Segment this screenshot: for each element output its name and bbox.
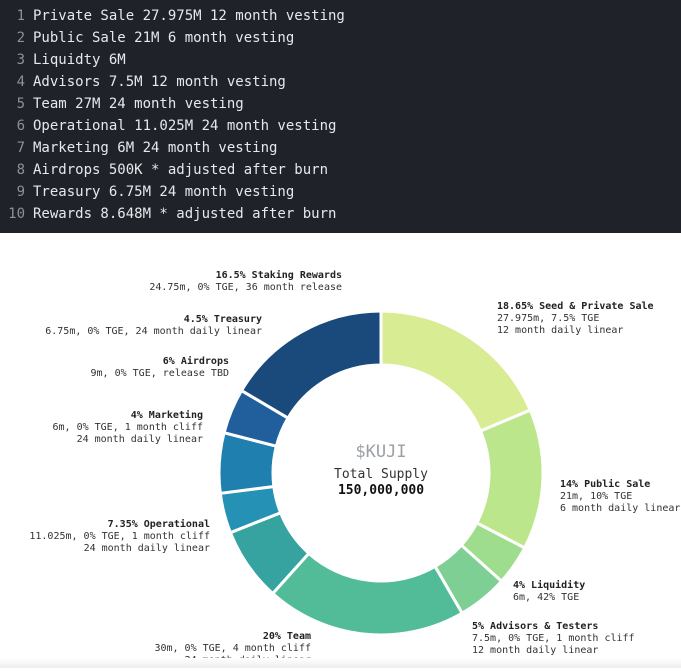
- slice-label-title: 4% Marketing: [131, 409, 203, 421]
- code-text: Marketing 6M 24 month vesting: [33, 140, 278, 156]
- slice-label-group: 7.35% Operational11.025m, 0% TGE, 1 mont…: [29, 518, 210, 554]
- code-line: 8 Airdrops 500K * adjusted after burn: [0, 159, 328, 181]
- code-text: Treasury 6.75M 24 month vesting: [33, 184, 295, 200]
- code-line: 5 Team 27M 24 month vesting: [0, 93, 244, 115]
- slice-label-detail: 24 month daily linear: [84, 543, 210, 554]
- line-number: 10: [8, 206, 25, 222]
- line-number: 6: [16, 118, 25, 134]
- line-number: 7: [16, 140, 25, 156]
- line-number: 9: [16, 184, 25, 200]
- slice-label-title: 14% Public Sale: [560, 478, 650, 490]
- slice-label-detail: 11.025m, 0% TGE, 1 month cliff: [29, 531, 210, 542]
- center-token: $KUJI: [355, 442, 406, 462]
- slice-label-group: 18.65% Seed & Private Sale27.975m, 7.5% …: [497, 300, 654, 336]
- slice-label-group: 4% Liquidity6m, 42% TGE: [513, 579, 585, 603]
- line-number: 2: [16, 30, 25, 46]
- code-text: Rewards 8.648M * adjusted after burn: [33, 206, 337, 222]
- donut-chart: 18.65% Seed & Private Sale27.975m, 7.5% …: [29, 269, 680, 666]
- line-number: 1: [16, 8, 25, 24]
- slice-label-group: 14% Public Sale21m, 10% TGE6 month daily…: [560, 478, 680, 514]
- code-text: Advisors 7.5M 12 month vesting: [33, 74, 286, 90]
- code-block: 1 Private Sale 27.975M 12 month vesting 2…: [0, 0, 681, 233]
- tokenomics-figure: 18.65% Seed & Private Sale 27.975m, 7.5% …: [0, 233, 681, 668]
- slice-label-title: 4.5% Treasury: [184, 314, 262, 325]
- slice-label-detail: 27.975m, 7.5% TGE: [497, 313, 599, 324]
- slice-label-group: 5% Advisors & Testers7.5m, 0% TGE, 1 mon…: [472, 620, 635, 656]
- code-line: 7 Marketing 6M 24 month vesting: [0, 137, 278, 159]
- slice-label-detail: 24 month daily linear: [77, 434, 203, 445]
- slice-label-detail: 12 month daily linear: [497, 325, 623, 336]
- slice-label-detail: 12 month daily linear: [472, 645, 598, 656]
- slice-label-detail: 6 month daily linear: [560, 503, 680, 514]
- code-text: Liquidty 6M: [33, 52, 126, 68]
- slice-label-title: 6% Airdrops: [163, 355, 229, 367]
- slice-label-title: 4% Liquidity: [513, 579, 585, 591]
- slice-label-title: 16.5% Staking Rewards: [216, 269, 342, 281]
- slice-label-group: 6% Airdrops9m, 0% TGE, release TBD: [91, 355, 229, 379]
- code-text: Public Sale 21M 6 month vesting: [33, 30, 295, 46]
- slice-label-detail: 6m, 42% TGE: [513, 592, 579, 603]
- center-label: Total Supply: [334, 467, 428, 482]
- line-number: 5: [16, 96, 25, 112]
- code-line: 2 Public Sale 21M 6 month vesting: [0, 27, 295, 49]
- code-text: Private Sale 27.975M 12 month vesting: [33, 8, 345, 24]
- line-number: 3: [16, 52, 25, 68]
- slice-label-detail: 30m, 0% TGE, 4 month cliff: [154, 643, 311, 654]
- donut-slice-staking-rewards: [239, 309, 383, 421]
- code-line: 9 Treasury 6.75M 24 month vesting: [0, 181, 295, 203]
- figure-bottom-fade: [0, 658, 681, 668]
- donut-slice-team: [270, 551, 465, 637]
- code-text: Operational 11.025M 24 month vesting: [33, 118, 337, 134]
- slice-label-detail: 9m, 0% TGE, release TBD: [91, 368, 229, 379]
- slice-label-title: 20% Team: [263, 631, 311, 642]
- line-number: 8: [16, 162, 25, 178]
- slice-label-group: 4.5% Treasury6.75m, 0% TGE, 24 month dai…: [45, 314, 262, 337]
- code-line: 3 Liquidty 6M: [0, 49, 126, 71]
- slice-label-title: 5% Advisors & Testers: [472, 620, 598, 632]
- code-text: Airdrops 500K * adjusted after burn: [33, 162, 329, 178]
- slice-label-detail: 24.75m, 0% TGE, 36 month release: [149, 282, 342, 293]
- code-line: 1 Private Sale 27.975M 12 month vesting: [0, 5, 345, 27]
- slice-label-group: 4% Marketing6m, 0% TGE, 1 month cliff24 …: [52, 409, 203, 445]
- slice-label-detail: 6m, 0% TGE, 1 month cliff: [52, 422, 203, 433]
- code-line: 6 Operational 11.025M 24 month vesting: [0, 115, 337, 137]
- slice-label-title: 18.65% Seed & Private Sale: [497, 300, 654, 312]
- code-text: Team 27M 24 month vesting: [33, 96, 244, 112]
- slice-label-detail: 21m, 10% TGE: [560, 491, 632, 502]
- slice-label-title: 7.35% Operational: [108, 518, 210, 530]
- center-value: 150,000,000: [338, 483, 424, 498]
- slice-label-detail: 6.75m, 0% TGE, 24 month daily linear: [45, 326, 262, 337]
- slice-label-detail: 7.5m, 0% TGE, 1 month cliff: [472, 633, 635, 644]
- code-line: 4 Advisors 7.5M 12 month vesting: [0, 71, 286, 93]
- slice-label-group: 16.5% Staking Rewards24.75m, 0% TGE, 36 …: [149, 269, 342, 293]
- code-line: 10 Rewards 8.648M * adjusted after burn: [0, 203, 336, 225]
- line-number: 4: [16, 74, 25, 90]
